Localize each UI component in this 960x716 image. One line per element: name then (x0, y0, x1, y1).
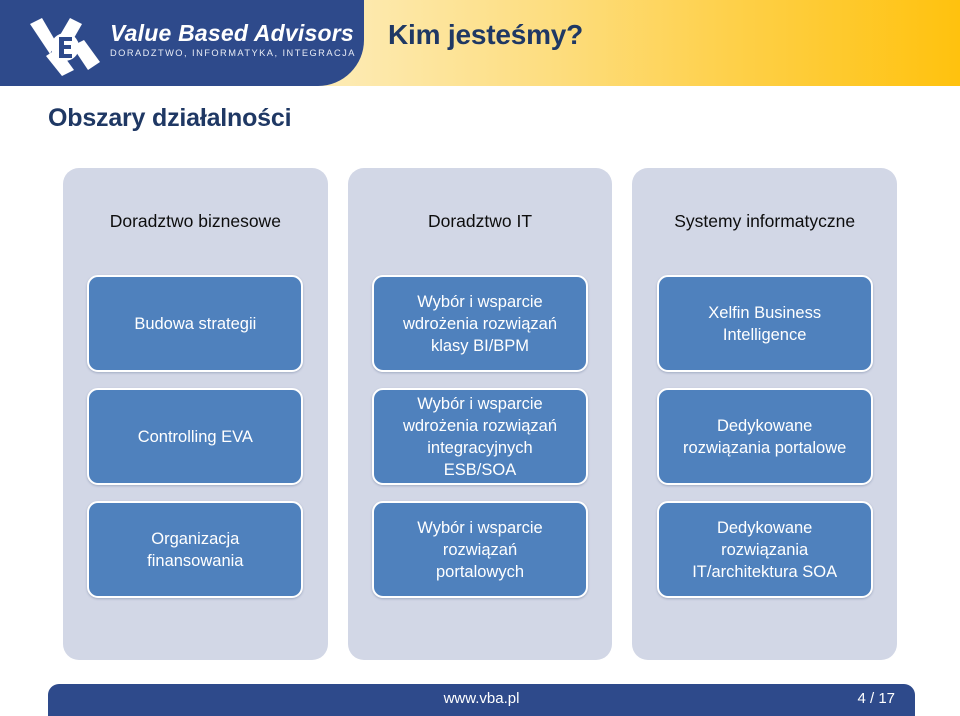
card-item[interactable]: Dedykowane rozwiązania IT/architektura SOA (656, 501, 873, 598)
logo-subtitle: DORADZTWO, INFORMATYKA, INTEGRACJA (110, 48, 356, 58)
column-card-list: Wybór i wsparcie wdrożenia rozwiązań klasy… (348, 275, 613, 660)
logo-text: Value Based Advisors DORADZTWO, INFORMAT… (110, 20, 356, 60)
column-card-list: Budowa strategii Controlling EVA Organiz… (63, 275, 328, 660)
card-item[interactable]: Dedykowane rozwiązania portalowe (656, 388, 873, 485)
footer-bar: www.vba.pl 4 / 17 (48, 684, 915, 716)
column-card-list: Xelfin Business Intelligence Dedykowane ro… (632, 275, 897, 660)
card-item[interactable]: Wybór i wsparcie wdrożenia rozwiązań klasy… (372, 275, 588, 372)
vba-monogram-logo-icon (26, 12, 104, 78)
column-header: Doradztwo biznesowe (109, 211, 281, 231)
logo-block: Value Based Advisors DORADZTWO, INFORMAT… (0, 0, 364, 86)
footer-page-number: 4 / 17 (857, 690, 895, 707)
card-item[interactable]: Wybór i wsparcie wdrożenia rozwiązań integ… (372, 388, 588, 485)
card-item[interactable]: Organizacja finansowania (87, 501, 304, 598)
footer-website[interactable]: www.vba.pl (48, 690, 915, 707)
card-item[interactable]: Budowa strategii (87, 275, 304, 372)
card-item[interactable]: Controlling EVA (87, 388, 304, 485)
column-header: Doradztwo IT (427, 211, 533, 231)
card-item[interactable]: Xelfin Business Intelligence (656, 275, 873, 372)
logo-title: Value Based Advisors (110, 20, 354, 46)
column-header: Systemy informatyczne (674, 211, 856, 231)
column-doradztwo-biznesowe: Doradztwo biznesowe Budowa strategii Con… (63, 168, 328, 660)
column-systemy-informatyczne: Systemy informatyczne Xelfin Business Int… (632, 168, 898, 660)
card-item[interactable]: Wybór i wsparcie rozwiązań portalowych (372, 501, 588, 598)
page-title: Obszary działalności (48, 104, 292, 132)
areas-of-activity-grid: Doradztwo biznesowe Budowa strategii Con… (63, 168, 898, 660)
column-doradztwo-it: Doradztwo IT Wybór i wsparcie wdrożenia r… (347, 168, 613, 660)
header-band: Value Based Advisors DORADZTWO, INFORMAT… (0, 0, 960, 86)
header-section-title: Kim jesteśmy? (388, 19, 584, 50)
